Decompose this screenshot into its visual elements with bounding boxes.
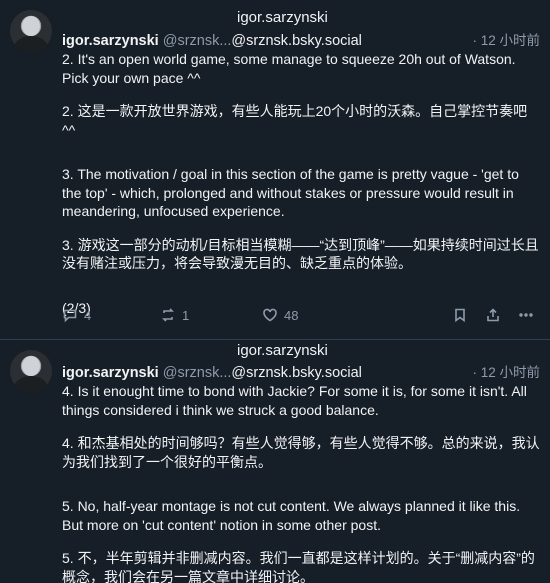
handle-domain[interactable]: @srznsk.bsky.social xyxy=(231,365,361,381)
post-body: 4. Is it enought time to bond with Jacki… xyxy=(62,382,542,583)
post[interactable]: igor.sarzynski igor.sarzynski @srznsk...… xyxy=(0,0,550,340)
post-paragraph: 3. 游戏这一部分的动机/目标相当模糊——“达到顶峰”——如果持续时间过长且没有… xyxy=(62,236,539,272)
post-paragraph: 5. No, half-year montage is not cut cont… xyxy=(62,498,521,533)
reply-icon xyxy=(63,309,77,323)
feed: igor.sarzynski igor.sarzynski @srznsk...… xyxy=(0,0,550,583)
repost-icon xyxy=(162,308,174,322)
repost-author-label[interactable]: igor.sarzynski xyxy=(237,342,328,359)
repost-author-label[interactable]: igor.sarzynski xyxy=(237,9,328,26)
reply-count: 4 xyxy=(84,307,92,323)
post-body: 2. It's an open world game, some manage … xyxy=(62,50,542,332)
post-paragraph: 3. The motivation / goal in this section… xyxy=(62,166,519,219)
handle-domain[interactable]: @srznsk.bsky.social xyxy=(231,33,361,49)
reply-button[interactable]: 4 xyxy=(62,307,91,323)
handle[interactable]: @srznsk... xyxy=(163,33,232,49)
display-name[interactable]: igor.sarzynski xyxy=(62,365,159,381)
post-paragraph: 4. Is it enought time to bond with Jacki… xyxy=(62,383,527,418)
more-icon xyxy=(519,313,533,317)
post-paragraph: 4. 和杰基相处的时间够吗？有些人觉得够，有些人觉得不够。总的来说，我认为我们找… xyxy=(62,435,540,470)
like-count: 48 xyxy=(284,307,299,323)
like-icon xyxy=(263,308,277,322)
post-paragraph: 5. 不，半年剪辑并非删减内容。我们一直都是这样计划的。关于“删减内容”的概念，… xyxy=(62,550,535,583)
post-header: igor.sarzynski @srznsk... @srznsk.bsky.s… xyxy=(62,29,540,49)
share-button[interactable] xyxy=(485,307,501,323)
post-timestamp[interactable]: · 12 小时前 xyxy=(472,361,540,381)
display-name[interactable]: igor.sarzynski xyxy=(62,33,159,49)
post-actions: 4 1 48 xyxy=(62,307,540,327)
repost-count: 1 xyxy=(182,307,190,323)
post-paragraph: 2. It's an open world game, some manage … xyxy=(62,51,516,86)
bookmark-button[interactable] xyxy=(452,307,468,323)
post-timestamp[interactable]: · 12 小时前 xyxy=(472,29,540,49)
bookmark-icon xyxy=(455,308,465,323)
like-button[interactable]: 48 xyxy=(262,307,298,323)
avatar[interactable] xyxy=(10,10,52,52)
post[interactable]: igor.sarzynski igor.sarzynski @srznsk...… xyxy=(0,340,550,583)
post-paragraph: 2. 这是一款开放世界游戏，有些人能玩上20个小时的沃森。自己掌控节奏吧 ^^ xyxy=(62,103,528,138)
repost-button[interactable]: 1 xyxy=(160,307,189,323)
avatar[interactable] xyxy=(10,350,52,392)
share-icon xyxy=(487,308,499,322)
more-button[interactable] xyxy=(518,307,534,323)
handle[interactable]: @srznsk... xyxy=(163,365,232,381)
post-header: igor.sarzynski @srznsk... @srznsk.bsky.s… xyxy=(62,361,540,381)
